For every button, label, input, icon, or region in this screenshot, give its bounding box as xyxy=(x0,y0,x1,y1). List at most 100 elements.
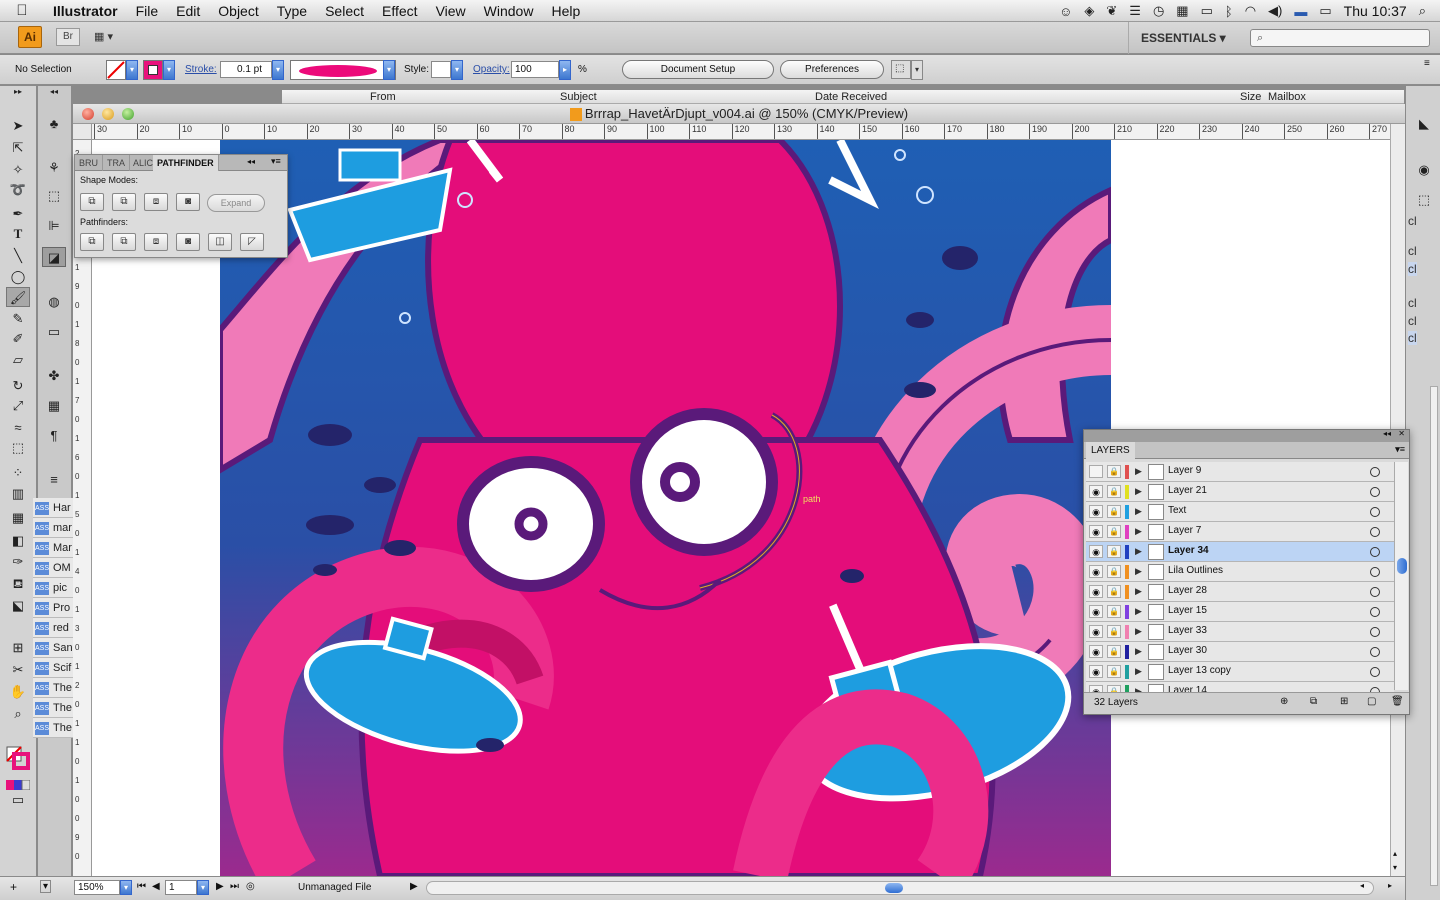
list-item[interactable]: ASS Har xyxy=(33,498,73,518)
menu-effect[interactable]: Effect xyxy=(373,0,427,22)
column-graph-tool-icon[interactable]: ▥ xyxy=(6,484,30,504)
list-item[interactable]: ASS Pro xyxy=(33,598,73,618)
list-item[interactable]: ASS mar xyxy=(33,518,73,538)
time-machine-icon[interactable]: ◷ xyxy=(1153,3,1164,19)
mesh-tool-icon[interactable]: ▦ xyxy=(6,508,30,528)
menu-select[interactable]: Select xyxy=(316,0,373,22)
expand-button[interactable]: Expand xyxy=(207,194,265,212)
panel-menu-icon[interactable]: ▾≡ xyxy=(1395,444,1405,455)
layer-name[interactable]: Layer 9 xyxy=(1168,465,1201,476)
wifi-icon[interactable]: ◠ xyxy=(1245,3,1256,19)
layer-name[interactable]: Text xyxy=(1168,505,1186,516)
horizontal-ruler[interactable]: 30 20 10 0 10 20 30 40 50 60 70 80 90 100 110 120 130 140… xyxy=(92,124,1390,140)
color-panel-icon[interactable]: ⬚ xyxy=(1412,190,1436,210)
menu-app-name[interactable]: Illustrator xyxy=(44,0,127,22)
scroll-up-icon[interactable]: ▴ xyxy=(1393,849,1397,858)
help-search-input[interactable]: ⌕ xyxy=(1250,29,1430,47)
col-date-received[interactable]: Date Received xyxy=(815,91,887,103)
pathfinder-panel-icon[interactable]: ◪ xyxy=(42,247,66,267)
previous-artboard-icon[interactable]: ◀ xyxy=(152,881,160,892)
clock[interactable]: Thu 10:37 xyxy=(1344,3,1407,19)
navigator-panel-icon[interactable]: ◣ xyxy=(1412,114,1436,134)
panel-menu-icon[interactable]: ▾≡ xyxy=(271,156,281,167)
col-from[interactable]: From xyxy=(370,91,396,103)
list-item[interactable]: ASS red xyxy=(33,618,73,638)
eyedropper-tool-icon[interactable]: ✑ xyxy=(6,552,30,572)
list-item[interactable]: ASS The xyxy=(33,678,73,698)
gradient-tool-icon[interactable]: ◧ xyxy=(6,531,30,551)
lock-icon[interactable]: 🔒 xyxy=(1107,605,1121,618)
dock-collapse-icon[interactable]: ◂◂ xyxy=(42,88,66,96)
layer-name[interactable]: Layer 7 xyxy=(1168,525,1201,536)
target-circle-icon[interactable] xyxy=(1370,547,1380,557)
lock-icon[interactable]: 🔒 xyxy=(1107,525,1121,538)
stroke-weight-dropdown[interactable]: ▾ xyxy=(272,60,284,80)
layer-name[interactable]: Layer 33 xyxy=(1168,625,1207,636)
dropbox-icon[interactable]: ◈ xyxy=(1084,3,1094,19)
layers-scroll-thumb[interactable] xyxy=(1397,558,1407,574)
target-circle-icon[interactable] xyxy=(1370,647,1380,657)
document-setup-button[interactable]: Document Setup xyxy=(622,60,774,79)
appearance-panel-icon[interactable]: ◍ xyxy=(42,292,66,312)
tools-collapse-icon[interactable]: ▸▸ xyxy=(6,88,30,96)
line-tool-icon[interactable]: ╲ xyxy=(6,246,30,266)
exclude-button[interactable]: ◙ xyxy=(176,193,200,211)
eraser-tool-icon[interactable]: ▱ xyxy=(6,350,30,370)
pen-tool-icon[interactable]: ✒ xyxy=(6,204,30,224)
merge-button[interactable]: ⧈ xyxy=(144,233,168,251)
visibility-eye-icon[interactable]: ◉ xyxy=(1089,665,1103,678)
horizontal-scrollbar[interactable] xyxy=(426,881,1374,895)
list-item[interactable]: ASS Mar xyxy=(33,538,73,558)
lasso-tool-icon[interactable]: ➰ xyxy=(6,180,30,200)
close-window-button[interactable] xyxy=(82,108,94,120)
zoom-tool-icon[interactable]: ⌕ xyxy=(6,704,30,724)
layer-row[interactable]: ◉ 🔒 ▶ Layer 13 copy xyxy=(1086,662,1394,682)
make-clipping-mask-icon[interactable]: ⧉ xyxy=(1310,696,1317,707)
stroke-panel-icon[interactable]: ≡ xyxy=(42,470,66,490)
lock-icon[interactable]: 🔒 xyxy=(1107,665,1121,678)
flag-icon[interactable]: ▬ xyxy=(1294,4,1307,19)
expand-triangle-icon[interactable]: ▶ xyxy=(1135,546,1142,557)
expand-triangle-icon[interactable]: ▶ xyxy=(1135,606,1142,617)
graphic-styles-panel-icon[interactable]: ✤ xyxy=(42,366,66,386)
layer-row[interactable]: ◉ 🔒 ▶ Layer 33 xyxy=(1086,622,1394,642)
list-item[interactable]: ASS San xyxy=(33,638,73,658)
menu-edit[interactable]: Edit xyxy=(167,0,209,22)
first-artboard-icon[interactable]: ⏮ xyxy=(137,881,146,892)
tab-pathfinder[interactable]: PATHFINDER xyxy=(153,155,219,171)
list-item[interactable]: ASS The xyxy=(33,698,73,718)
close-panel-icon[interactable]: ✕ xyxy=(1398,429,1405,438)
control-panel-menu-icon[interactable]: ≡ xyxy=(1424,58,1430,69)
apple-menu-icon[interactable]:  xyxy=(0,2,44,19)
target-circle-icon[interactable] xyxy=(1370,467,1380,477)
target-circle-icon[interactable] xyxy=(1370,567,1380,577)
spaces-icon[interactable]: ▦ xyxy=(1176,3,1188,19)
artboard[interactable]: path xyxy=(220,140,1111,876)
display-icon[interactable]: ▭ xyxy=(1201,3,1213,19)
trim-button[interactable]: ⧉ xyxy=(112,233,136,251)
locate-object-icon[interactable]: ⊕ xyxy=(1280,696,1288,707)
brush-definition[interactable] xyxy=(290,60,396,80)
visibility-eye-icon[interactable]: ◉ xyxy=(1089,565,1103,578)
layer-name[interactable]: Layer 34 xyxy=(1168,545,1209,556)
visibility-eye-icon[interactable]: ◉ xyxy=(1089,525,1103,538)
bluetooth-icon[interactable]: ᛒ xyxy=(1225,4,1233,19)
ruler-origin[interactable] xyxy=(73,124,92,140)
minus-front-button[interactable]: ⧉ xyxy=(112,193,136,211)
menu-window[interactable]: Window xyxy=(475,0,543,22)
rotate-tool-icon[interactable]: ↻ xyxy=(6,376,30,396)
new-sublayer-icon[interactable]: ⊞ xyxy=(1340,696,1348,707)
stroke-dropdown[interactable]: ▾ xyxy=(163,60,175,80)
menu-object[interactable]: Object xyxy=(209,0,267,22)
tab-brushes[interactable]: BRU xyxy=(75,155,104,171)
expand-triangle-icon[interactable]: ▶ xyxy=(1135,586,1142,597)
lock-icon[interactable]: 🔒 xyxy=(1107,465,1121,478)
col-mailbox[interactable]: Mailbox xyxy=(1268,91,1306,103)
direct-selection-tool-icon[interactable]: ⇱ xyxy=(6,138,30,158)
zoom-dropdown[interactable]: ▾ xyxy=(120,880,132,895)
collapse-panel-icon[interactable]: ◂◂ xyxy=(1383,429,1391,438)
stroke-label[interactable]: Stroke: xyxy=(185,64,217,75)
target-circle-icon[interactable] xyxy=(1370,507,1380,517)
preferences-button[interactable]: Preferences xyxy=(780,60,884,79)
screen-mode-icon[interactable]: ▭ xyxy=(6,790,30,810)
